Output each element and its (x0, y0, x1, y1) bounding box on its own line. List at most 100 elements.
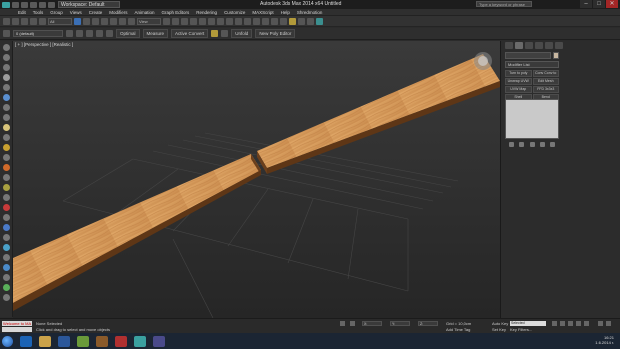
create-ngon-icon[interactable] (3, 234, 10, 241)
app-logo-icon[interactable] (2, 1, 10, 8)
create-circle-icon[interactable] (3, 214, 10, 221)
next-frame-icon[interactable] (576, 321, 581, 326)
auto-key-button[interactable]: Auto Key (492, 321, 508, 326)
photoshop-icon[interactable] (20, 335, 32, 347)
create-cylinder-icon[interactable] (3, 64, 10, 71)
start-button-icon[interactable] (2, 335, 13, 347)
layer-manager-icon[interactable] (253, 17, 260, 25)
select-manipulate-icon[interactable] (172, 17, 179, 25)
play-icon[interactable] (568, 321, 573, 326)
go-to-end-icon[interactable] (584, 321, 589, 326)
menu-maxscript[interactable]: MAXScript (252, 10, 273, 15)
go-to-start-icon[interactable] (552, 321, 557, 326)
create-plane-icon[interactable] (3, 134, 10, 141)
align-icon[interactable] (244, 17, 251, 25)
modifier-button[interactable]: FFD 3x3x3 (532, 86, 559, 93)
app-icon[interactable] (153, 335, 165, 347)
menu-rendering[interactable]: Rendering (196, 10, 217, 15)
wood-plank-left[interactable] (13, 154, 261, 311)
search-input[interactable]: Type a keyword or phrase (476, 1, 532, 7)
create-helix-icon[interactable] (3, 254, 10, 261)
menu-modifiers[interactable]: Modifiers (109, 10, 127, 15)
select-object-icon[interactable] (74, 17, 81, 25)
perspective-viewport[interactable]: [ + ] [Perspective ] [Realistic ] (13, 41, 500, 318)
create-spacewarp-icon[interactable] (3, 174, 10, 181)
material-editor-icon[interactable] (289, 17, 296, 25)
word-icon[interactable] (58, 335, 70, 347)
redo-icon[interactable] (12, 17, 19, 25)
render-setup-icon[interactable] (298, 17, 305, 25)
create-torus-icon[interactable] (3, 74, 10, 81)
window-crossing-icon[interactable] (101, 17, 108, 25)
modify-tab-icon[interactable] (515, 42, 523, 49)
create-cone-icon[interactable] (3, 84, 10, 91)
create-tube-icon[interactable] (3, 104, 10, 111)
create-line-icon[interactable] (3, 204, 10, 211)
wood-plank-right[interactable] (257, 54, 500, 174)
key-filters-button[interactable]: Key Filters... (510, 327, 532, 332)
hierarchy-tab-icon[interactable] (525, 42, 533, 49)
mirror-icon[interactable] (235, 17, 242, 25)
create-camera-icon[interactable] (3, 154, 10, 161)
create-helper-icon[interactable] (3, 164, 10, 171)
create-teapot-icon[interactable] (3, 124, 10, 131)
select-by-name-icon[interactable] (83, 17, 90, 25)
menu-group[interactable]: Group (50, 10, 63, 15)
open-file-icon[interactable] (21, 1, 28, 8)
select-and-scale-icon[interactable] (128, 17, 135, 25)
menu-edit[interactable]: Edit (18, 10, 26, 15)
unfold-button[interactable]: Unfold (231, 29, 253, 38)
modifier-button[interactable]: Turn to poly (505, 70, 532, 77)
viewport-label[interactable]: [ + ] [Perspective ] [Realistic ] (15, 42, 73, 47)
create-rectangle-icon[interactable] (3, 294, 10, 301)
absolute-mode-icon[interactable] (350, 321, 355, 326)
modifier-list-dropdown[interactable]: Modifier List (505, 61, 559, 68)
show-end-result-icon[interactable] (519, 142, 525, 147)
layer-properties-icon[interactable] (96, 30, 103, 37)
bind-space-warp-icon[interactable] (39, 17, 46, 25)
new-poly-editor-button[interactable]: New Poly Editor (255, 29, 296, 38)
menu-help[interactable]: Help (281, 10, 290, 15)
menu-views[interactable]: Views (70, 10, 82, 15)
maxscript-input[interactable] (2, 327, 32, 332)
create-tab-icon[interactable] (505, 42, 513, 49)
file-explorer-icon[interactable] (39, 335, 51, 347)
motion-tab-icon[interactable] (535, 42, 543, 49)
x-coordinate-field[interactable]: X: (362, 321, 382, 326)
menu-animation[interactable]: Animation (135, 10, 155, 15)
create-sphere-icon[interactable] (3, 54, 10, 61)
app-icon[interactable] (96, 335, 108, 347)
z-coordinate-field[interactable]: Z: (418, 321, 438, 326)
close-button[interactable]: ✕ (606, 0, 618, 8)
create-geosphere-icon[interactable] (3, 94, 10, 101)
measure-button[interactable]: Measure (142, 29, 169, 38)
new-file-icon[interactable] (12, 1, 19, 8)
pivot-center-icon[interactable] (163, 17, 170, 25)
schematic-view-icon[interactable] (280, 17, 287, 25)
select-layer-icon[interactable] (86, 30, 93, 37)
create-shapes-icon[interactable] (3, 194, 10, 201)
modifier-button[interactable]: Edit Mesh (532, 78, 559, 85)
app-icon[interactable] (115, 335, 127, 347)
menu-create[interactable]: Create (89, 10, 103, 15)
object-name-field[interactable] (505, 52, 551, 59)
create-star-icon[interactable] (3, 284, 10, 291)
workspace-dropdown[interactable]: Workspace: Default (58, 1, 120, 8)
render-production-icon[interactable] (316, 17, 323, 25)
utilities-tab-icon[interactable] (555, 42, 563, 49)
previous-frame-icon[interactable] (560, 321, 565, 326)
angle-snap-icon[interactable] (199, 17, 206, 25)
zoom-icon[interactable] (598, 321, 603, 326)
y-coordinate-field[interactable]: Y: (390, 321, 410, 326)
rectangular-selection-icon[interactable] (92, 17, 99, 25)
freeze-layer-icon[interactable] (106, 30, 113, 37)
menu-graph-editors[interactable]: Graph Editors (162, 10, 190, 15)
display-tab-icon[interactable] (545, 42, 553, 49)
set-key-button[interactable]: Set Key (492, 327, 506, 332)
active-convert-button[interactable]: Active Convert (171, 29, 209, 38)
reference-coordinate-dropdown[interactable]: View (137, 17, 161, 25)
add-to-layer-icon[interactable] (76, 30, 83, 37)
maxscript-listener[interactable]: Welcome to MA (2, 321, 32, 326)
snaps-toggle-icon[interactable] (190, 17, 197, 25)
unlink-icon[interactable] (30, 17, 37, 25)
